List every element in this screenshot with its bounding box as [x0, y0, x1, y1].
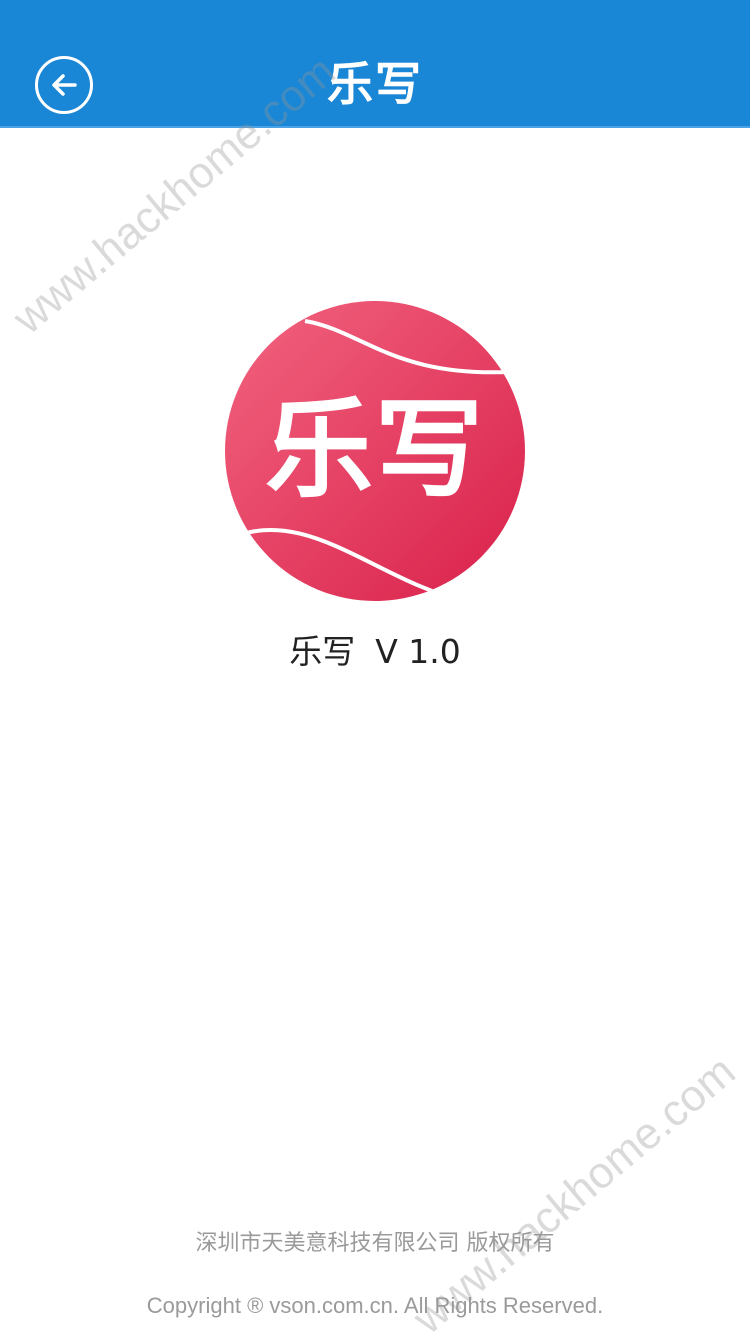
logo-text: 乐写: [264, 388, 485, 513]
app-logo: 乐写: [225, 301, 525, 601]
app-name: 乐写: [289, 632, 356, 671]
app-name-version: 乐写 V 1.0: [0, 630, 750, 674]
copyright-text: Copyright ® vson.com.cn. All Rights Rese…: [146, 1293, 604, 1318]
top-bar: 乐写: [0, 0, 750, 128]
app-version: V 1.0: [375, 632, 461, 671]
page-title: 乐写: [327, 57, 423, 111]
company-info: 深圳市天美意科技有限公司 版权所有: [195, 1231, 555, 1256]
